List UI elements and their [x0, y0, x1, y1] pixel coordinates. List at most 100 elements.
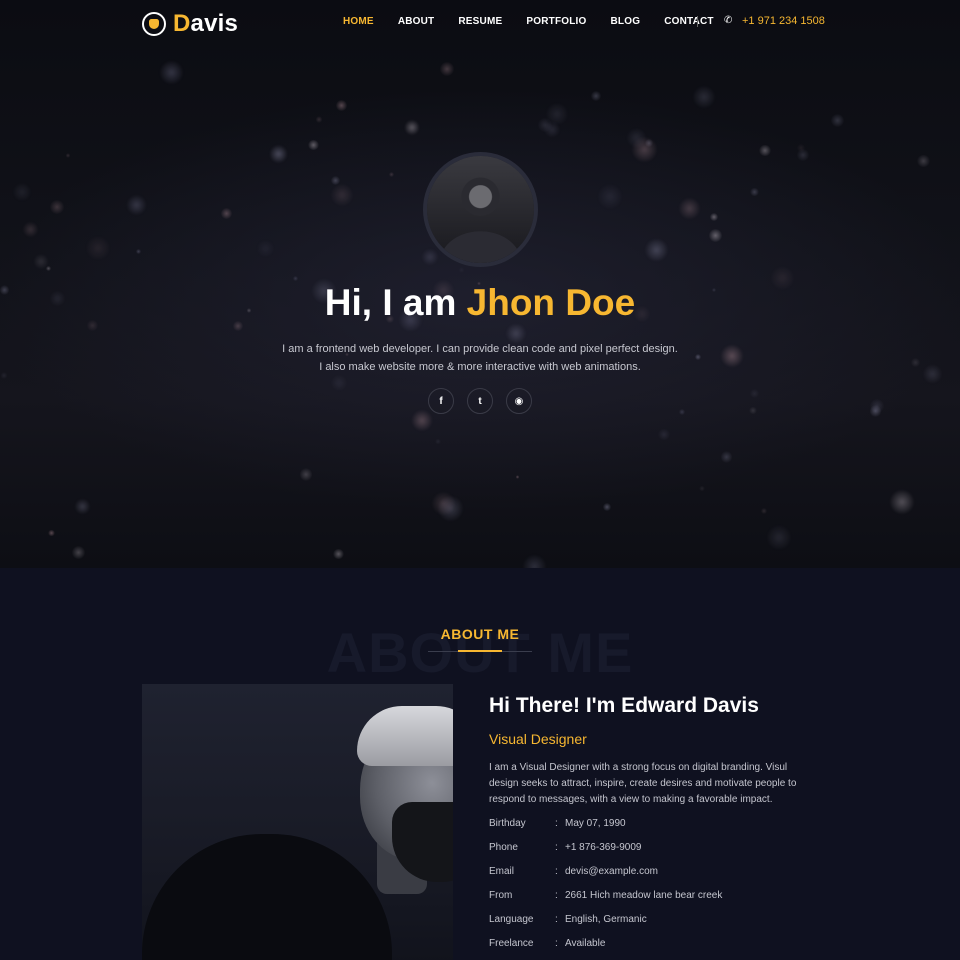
bokeh-dot: [590, 91, 601, 102]
nav-divider: [697, 16, 698, 27]
hero-name: Jhon Doe: [466, 282, 636, 323]
bokeh-dot: [458, 267, 465, 273]
info-key: Phone: [489, 842, 518, 853]
bokeh-dot: [750, 388, 760, 398]
social-links: f t ◉: [428, 388, 532, 414]
hero-description: I am a frontend web developer. I can pro…: [282, 343, 678, 373]
logo[interactable]: Davis: [142, 10, 238, 38]
bokeh-dot: [797, 144, 806, 153]
bokeh-dot: [748, 406, 757, 415]
info-value: 2661 Hich meadow lane bear creek: [565, 890, 723, 901]
info-key: Email: [489, 866, 515, 877]
nav-resume[interactable]: RESUME: [458, 16, 502, 27]
bokeh-dot: [831, 113, 845, 127]
bokeh-dot: [869, 405, 882, 417]
bokeh-dot: [331, 375, 348, 392]
info-value: May 07, 1990: [565, 818, 626, 829]
bokeh-dot: [597, 184, 623, 209]
about-photo: [142, 684, 453, 960]
bokeh-dot: [299, 468, 312, 481]
bokeh-dot: [331, 175, 341, 185]
facebook-icon[interactable]: f: [428, 388, 454, 414]
bokeh-dot: [160, 61, 183, 84]
bokeh-dot: [602, 503, 611, 512]
bokeh-dot: [645, 138, 654, 148]
nav-home[interactable]: HOME: [343, 16, 374, 27]
phone-icon: ✆: [724, 15, 733, 26]
nav-about[interactable]: ABOUT: [398, 16, 435, 27]
bokeh-dot: [332, 548, 344, 560]
bokeh-dot: [72, 546, 86, 560]
bokeh-dot: [678, 408, 686, 416]
nav-phone-link[interactable]: ✆ +1 971 234 1508: [724, 15, 825, 27]
hero-avatar-image: [427, 156, 534, 263]
bokeh-dot: [544, 121, 560, 138]
info-row-language: Language: English, Germanic: [489, 914, 829, 938]
bokeh-dot: [889, 490, 915, 515]
bokeh-dot: [315, 116, 323, 123]
bokeh-dot: [545, 102, 569, 126]
bokeh-dot: [632, 137, 658, 162]
bokeh-dot: [49, 199, 64, 214]
info-row-birthday: Birthday: May 07, 1990: [489, 818, 829, 842]
bokeh-dot: [438, 496, 463, 521]
bokeh-dot: [523, 554, 547, 568]
about-title: ABOUT ME: [440, 626, 520, 642]
bokeh-dot: [85, 236, 110, 261]
bokeh-dot: [221, 208, 232, 219]
bokeh-dot: [23, 221, 39, 237]
bokeh-dot: [12, 182, 32, 202]
bokeh-dot: [65, 153, 71, 158]
bokeh-dot: [48, 529, 55, 537]
nav-blog[interactable]: BLOG: [611, 16, 641, 27]
bokeh-dot: [404, 120, 420, 135]
bokeh-dot: [135, 248, 141, 254]
bokeh-dot: [515, 475, 520, 479]
twitter-icon[interactable]: t: [467, 388, 493, 414]
bokeh-dot: [308, 139, 319, 151]
bokeh-dot: [440, 61, 454, 76]
info-value: English, Germanic: [565, 914, 647, 925]
bokeh-dot: [761, 508, 768, 514]
info-value: +1 876-369-9009: [565, 842, 642, 853]
about-title-underline: [428, 650, 532, 652]
bokeh-dot: [709, 228, 723, 242]
bokeh-dot: [870, 398, 885, 413]
nav-menu: HOME ABOUT RESUME PORTFOLIO BLOG CONTACT: [343, 16, 738, 27]
bokeh-dot: [293, 276, 298, 282]
info-key: Freelance: [489, 938, 534, 949]
nav-contact[interactable]: CONTACT: [664, 16, 714, 27]
info-row-from: From:2661 Hich meadow lane bear creek: [489, 890, 829, 914]
bokeh-dot: [766, 525, 791, 550]
photo-shoulders: [142, 834, 392, 960]
hero-avatar: [423, 152, 538, 267]
github-icon[interactable]: ◉: [506, 388, 532, 414]
info-row-email: Email: devis@example.com: [489, 866, 829, 890]
info-value: Available: [565, 938, 606, 949]
about-name: Hi There! I'm Edward Davis: [489, 694, 759, 717]
bokeh-dot: [126, 195, 146, 215]
bokeh-dot: [720, 451, 733, 463]
bokeh-dot: [797, 149, 809, 161]
bokeh-dot: [45, 266, 51, 272]
bokeh-dot: [699, 485, 706, 492]
bokeh-dot: [759, 145, 771, 157]
bokeh-dot: [750, 187, 759, 197]
info-key: Birthday: [489, 818, 526, 829]
nav-portfolio[interactable]: PORTFOLIO: [526, 16, 586, 27]
info-row-phone: Phone: +1 876-369-9009: [489, 842, 829, 866]
about-section: ABOUT ME ABOUT ME Hi There! I'm Edward D…: [0, 568, 960, 960]
bokeh-dot: [917, 154, 931, 168]
info-key: Language: [489, 914, 534, 925]
bokeh-dot: [645, 238, 668, 262]
bokeh-dot: [269, 145, 288, 163]
info-row-freelance: Freelance: Available: [489, 938, 829, 960]
bokeh-dot: [692, 85, 716, 109]
nav-phone-number: +1 971 234 1508: [742, 15, 825, 27]
logo-icon: [142, 12, 166, 36]
photo-hair: [357, 706, 453, 766]
bokeh-dot: [336, 99, 347, 111]
bokeh-dot: [710, 212, 719, 221]
info-value: devis@example.com: [565, 866, 658, 877]
hero-section: Davis HOME ABOUT RESUME PORTFOLIO BLOG C…: [0, 0, 960, 568]
